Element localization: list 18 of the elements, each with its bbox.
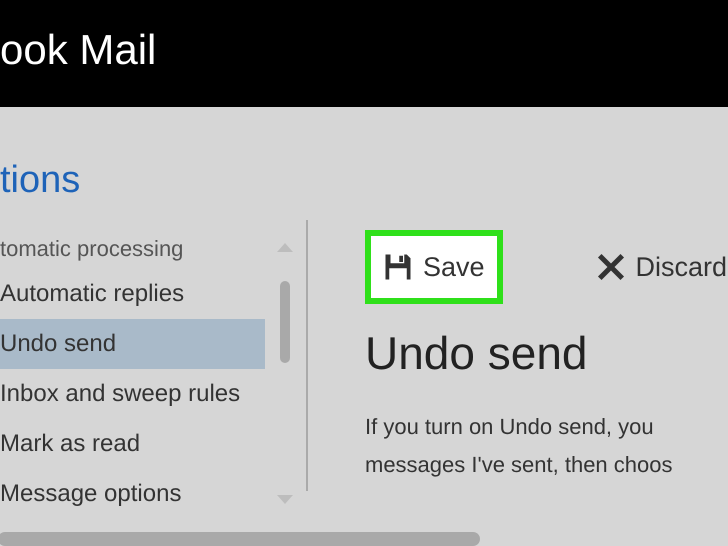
sidebar-item[interactable]: Mark as read bbox=[0, 419, 265, 469]
section-heading: Undo send bbox=[365, 326, 588, 380]
sidebar-item[interactable]: Inbox and sweep rules bbox=[0, 369, 265, 419]
sidebar-item[interactable]: Automatic replies bbox=[0, 269, 265, 319]
group-label: tomatic processing bbox=[0, 235, 184, 263]
scrollbar-thumb[interactable] bbox=[280, 281, 290, 363]
page-title: tions bbox=[0, 159, 82, 203]
sidebar-item[interactable]: Message options bbox=[0, 469, 265, 506]
scroll-up-icon[interactable] bbox=[275, 241, 295, 253]
close-icon bbox=[596, 252, 626, 282]
save-button[interactable]: Save bbox=[365, 230, 503, 304]
horizontal-scrollbar[interactable] bbox=[0, 532, 480, 546]
sidebar-item[interactable]: Undo send bbox=[0, 319, 265, 369]
description-text: messages I've sent, then choos bbox=[365, 451, 674, 479]
discard-button[interactable]: Discard bbox=[578, 230, 728, 304]
description-text: If you turn on Undo send, you bbox=[365, 413, 655, 441]
app-title: ook Mail bbox=[0, 26, 156, 74]
scroll-down-icon[interactable] bbox=[275, 494, 295, 506]
